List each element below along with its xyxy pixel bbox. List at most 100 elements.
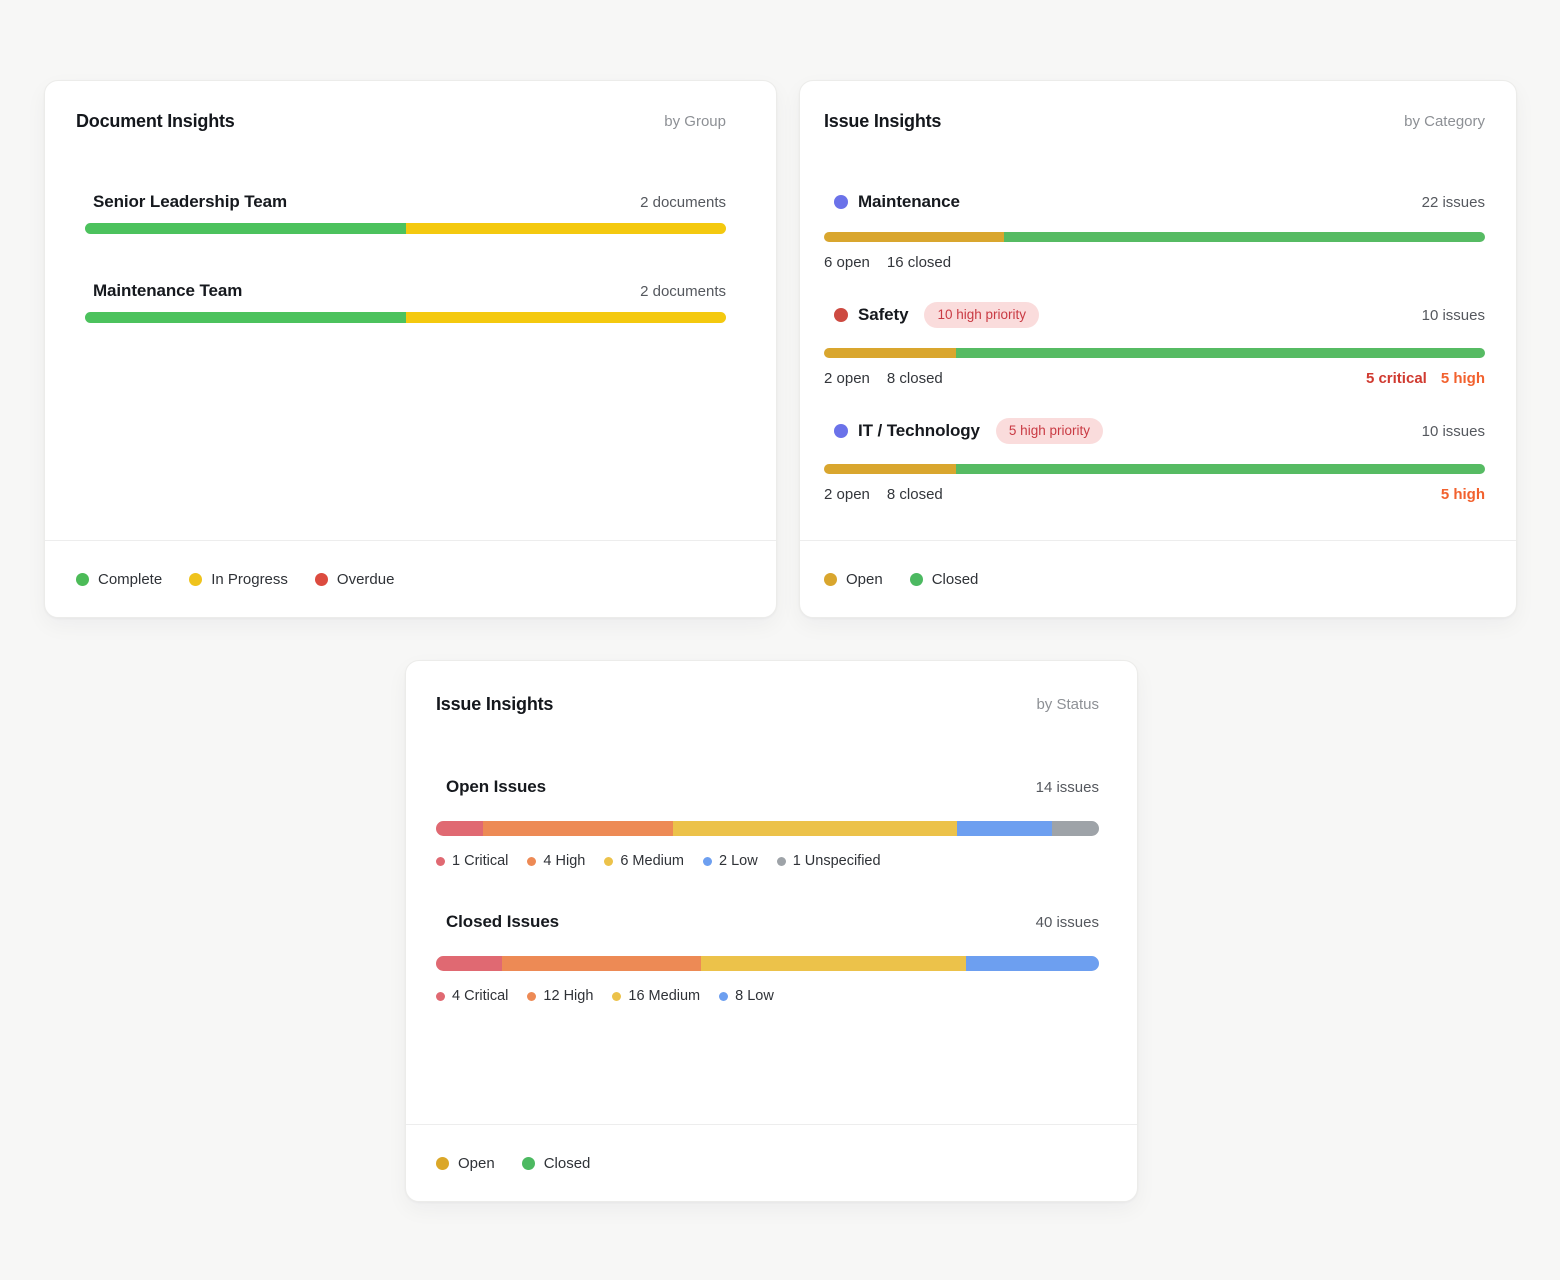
closed-dot-icon	[522, 1157, 535, 1170]
legend-label: 12 High	[543, 988, 593, 1004]
closed-issues-section: Closed Issues 40 issues 4 Critical 12 Hi…	[436, 912, 1099, 1004]
row-header: Closed Issues 40 issues	[436, 912, 1099, 932]
severity-legend: 4 Critical 12 High 16 Medium 8 Low	[436, 988, 1099, 1004]
bar-segment	[824, 232, 1004, 242]
row-caption: 6 open 16 closed	[824, 254, 1485, 271]
severity-legend: 1 Critical 4 High 6 Medium 2 Low 1 Unspe…	[436, 853, 1099, 869]
document-status-bar	[85, 312, 726, 323]
row-header: Maintenance 22 issues	[824, 192, 1485, 212]
bar-segment	[966, 956, 1099, 971]
severity-bar	[436, 821, 1099, 836]
high-dot-icon	[527, 992, 536, 1001]
card-grouping-label: by Category	[1404, 111, 1485, 130]
card-header: Document Insights by Group	[45, 81, 776, 132]
card-grouping-label: by Status	[1036, 694, 1099, 713]
bar-segment	[483, 821, 672, 836]
legend-item-closed: Closed	[522, 1155, 591, 1172]
card-title: Document Insights	[76, 111, 235, 132]
issue-count: 10 issues	[1422, 423, 1485, 440]
legend-label: 6 Medium	[620, 853, 684, 869]
insights-dashboard: { "cards": { "documents": { "title": "Do…	[0, 0, 1560, 1280]
open-count: 2 open	[824, 486, 870, 503]
category-dot-icon	[834, 424, 848, 438]
critical-dot-icon	[436, 992, 445, 1001]
legend-label: 16 Medium	[628, 988, 700, 1004]
category-label: IT / Technology	[858, 421, 980, 441]
legend-item-medium: 16 Medium	[612, 988, 700, 1004]
legend-label: Open	[458, 1155, 495, 1172]
low-dot-icon	[703, 857, 712, 866]
card-header: Issue Insights by Status	[406, 661, 1137, 715]
low-dot-icon	[719, 992, 728, 1001]
issue-count: 22 issues	[1422, 194, 1485, 211]
issue-insights-by-category-card: Issue Insights by Category Maintenance 2…	[799, 80, 1517, 618]
open-closed-bar	[824, 232, 1485, 242]
high-dot-icon	[527, 857, 536, 866]
issue-count: 10 issues	[1422, 307, 1485, 324]
document-status-bar	[85, 223, 726, 234]
row-header: Senior Leadership Team 2 documents	[85, 192, 726, 212]
card-grouping-label: by Group	[664, 111, 726, 130]
bar-segment	[436, 956, 502, 971]
high-severity-count: 5 high	[1441, 370, 1485, 387]
high-priority-badge: 5 high priority	[996, 418, 1103, 444]
row-caption: 2 open 8 closed 5 high	[824, 486, 1485, 503]
legend-item-critical: 4 Critical	[436, 988, 508, 1004]
legend-item-open: Open	[436, 1155, 495, 1172]
status-label: Open Issues	[446, 777, 546, 797]
row-header: Open Issues 14 issues	[436, 777, 1099, 797]
category-label: Safety	[858, 305, 908, 325]
bar-segment	[85, 312, 406, 323]
card-header: Issue Insights by Category	[800, 81, 1516, 132]
bar-segment	[956, 348, 1485, 358]
group-label: Maintenance Team	[93, 281, 242, 301]
legend-label: Overdue	[337, 571, 395, 588]
open-closed-bar	[824, 464, 1485, 474]
closed-dot-icon	[910, 573, 923, 586]
closed-count: 8 closed	[887, 370, 943, 387]
legend-item-overdue: Overdue	[315, 571, 395, 588]
bar-segment	[85, 223, 406, 234]
bar-segment	[824, 464, 956, 474]
category-dot-icon	[834, 308, 848, 322]
bar-segment	[436, 821, 483, 836]
legend-label: Open	[846, 571, 883, 588]
row-header: Safety 10 high priority 10 issues	[824, 302, 1485, 328]
card-body: Open Issues 14 issues 1 Critical 4 High …	[406, 715, 1137, 1124]
bar-segment	[673, 821, 957, 836]
category-row-safety: Safety 10 high priority 10 issues 2 open…	[824, 302, 1485, 387]
bar-segment	[1004, 232, 1485, 242]
severity-bar	[436, 956, 1099, 971]
row-caption: 2 open 8 closed 5 critical 5 high	[824, 370, 1485, 387]
bar-segment	[824, 348, 956, 358]
row-header: IT / Technology 5 high priority 10 issue…	[824, 418, 1485, 444]
legend-label: Complete	[98, 571, 162, 588]
open-issues-section: Open Issues 14 issues 1 Critical 4 High …	[436, 777, 1099, 869]
legend-label: 1 Unspecified	[793, 853, 881, 869]
bar-segment	[957, 821, 1052, 836]
card-body: Senior Leadership Team 2 documents Maint…	[45, 132, 776, 540]
legend-item-high: 4 High	[527, 853, 585, 869]
legend-item-critical: 1 Critical	[436, 853, 508, 869]
category-dot-icon	[834, 195, 848, 209]
legend-label: 4 Critical	[452, 988, 508, 1004]
issue-insights-by-status-card: Issue Insights by Status Open Issues 14 …	[405, 660, 1138, 1202]
closed-count: 8 closed	[887, 486, 943, 503]
bar-segment	[406, 312, 727, 323]
critical-dot-icon	[436, 857, 445, 866]
legend-label: 8 Low	[735, 988, 774, 1004]
document-insights-card: Document Insights by Group Senior Leader…	[44, 80, 777, 618]
legend-label: 2 Low	[719, 853, 758, 869]
in-progress-dot-icon	[189, 573, 202, 586]
card-legend: Open Closed	[800, 540, 1516, 617]
medium-dot-icon	[612, 992, 621, 1001]
card-legend: Complete In Progress Overdue	[45, 540, 776, 617]
card-body: Maintenance 22 issues 6 open 16 closed S…	[800, 132, 1516, 540]
card-legend: Open Closed	[406, 1124, 1137, 1201]
card-title: Issue Insights	[824, 111, 941, 132]
high-severity-count: 5 high	[1441, 486, 1485, 503]
document-count: 2 documents	[640, 283, 726, 300]
legend-label: 1 Critical	[452, 853, 508, 869]
status-label: Closed Issues	[446, 912, 559, 932]
legend-label: 4 High	[543, 853, 585, 869]
